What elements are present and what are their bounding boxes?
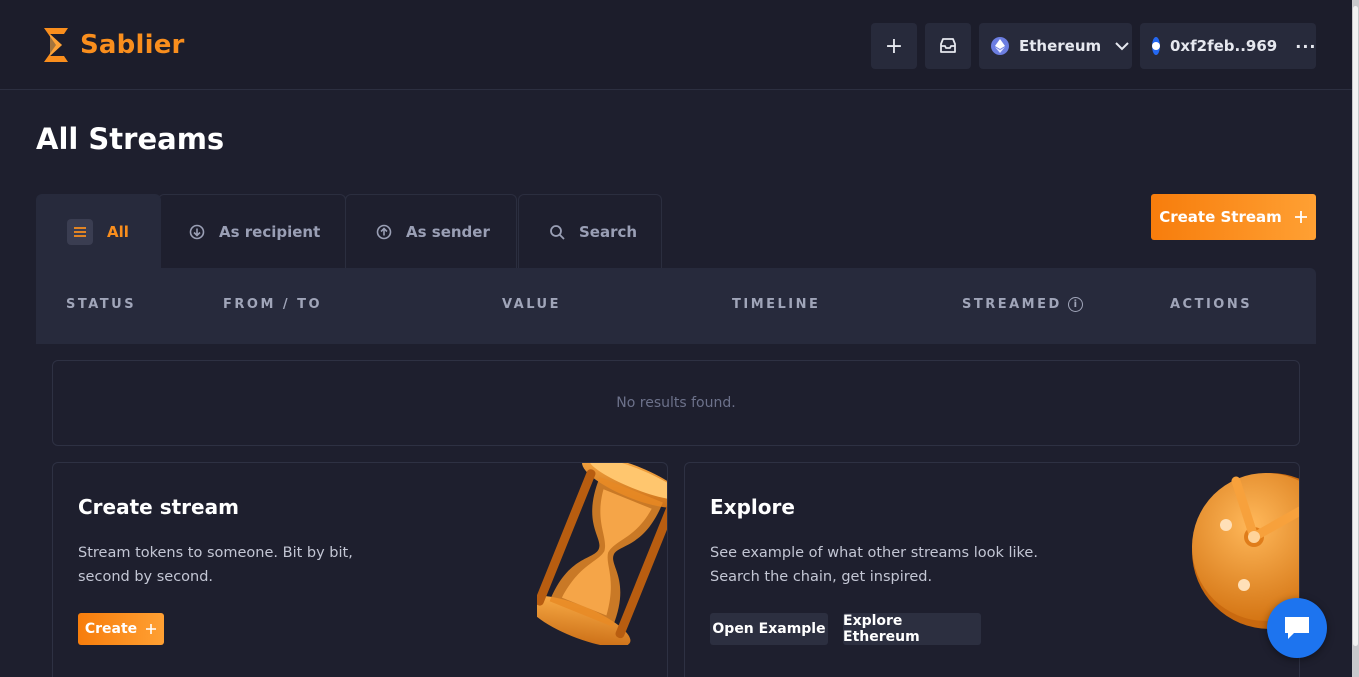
tab-all[interactable]: All	[36, 194, 161, 268]
hourglass-illustration	[537, 463, 667, 645]
ethereum-icon	[991, 37, 1009, 55]
add-button[interactable]: +	[871, 23, 917, 69]
plus-icon	[1294, 211, 1307, 223]
tab-search-label: Search	[579, 222, 638, 241]
wallet-address: 0xf2feb..969	[1170, 37, 1278, 55]
tab-as-sender[interactable]: As sender	[345, 194, 517, 268]
create-card-title: Create stream	[78, 495, 239, 519]
scrollbar-thumb[interactable]	[1353, 6, 1358, 646]
tab-all-label: All	[107, 222, 129, 241]
sablier-logo-icon	[44, 28, 68, 62]
sablier-logo[interactable]: Sablier	[40, 26, 185, 64]
column-value[interactable]: VALUE	[502, 297, 561, 312]
search-icon	[549, 224, 565, 240]
create-stream-button[interactable]: Create Stream	[1151, 194, 1316, 240]
chevron-down-icon	[1115, 41, 1129, 50]
arrow-up-circle-icon	[376, 224, 392, 240]
create-button-label: Create	[84, 621, 138, 637]
create-stream-card: Create stream Stream tokens to someone. …	[52, 462, 668, 677]
tab-as-recipient-label: As recipient	[219, 222, 321, 241]
arrow-down-circle-icon	[189, 224, 205, 240]
inbox-icon	[940, 38, 956, 53]
tab-as-sender-label: As sender	[406, 222, 490, 241]
column-status[interactable]: STATUS	[66, 297, 136, 312]
wallet-button[interactable]: 0xf2feb..969 ···	[1140, 23, 1316, 69]
page-scrollbar[interactable]	[1352, 0, 1359, 677]
column-timeline[interactable]: TIMELINE	[732, 297, 820, 312]
brand-name: Sablier	[80, 30, 185, 60]
chat-icon	[1285, 617, 1309, 639]
create-stream-label: Create Stream	[1159, 208, 1282, 226]
create-card-description: Stream tokens to someone. Bit by bit, se…	[78, 545, 353, 585]
plus-icon: +	[884, 33, 904, 59]
streams-table-header: STATUS FROM / TO VALUE TIMELINE STREAMED…	[36, 268, 1316, 344]
empty-results-text: No results found.	[616, 395, 736, 411]
chain-label: Ethereum	[1019, 37, 1102, 55]
page-title: All Streams	[36, 122, 225, 156]
plus-icon	[146, 624, 157, 634]
open-example-button[interactable]: Open Example	[710, 613, 828, 645]
column-from-to[interactable]: FROM / TO	[223, 297, 322, 312]
column-actions: ACTIONS	[1170, 297, 1253, 312]
chat-button[interactable]	[1267, 598, 1327, 658]
tab-search[interactable]: Search	[518, 194, 662, 268]
explore-chain-button[interactable]: Explore Ethereum	[843, 613, 981, 645]
explore-card: Explore See example of what other stream…	[684, 462, 1300, 677]
info-icon[interactable]: i	[1067, 297, 1083, 312]
column-streamed[interactable]: STREAMED i	[962, 297, 1083, 312]
explore-card-description: See example of what other streams look l…	[710, 545, 1038, 585]
create-button[interactable]: Create	[78, 613, 164, 645]
chain-selector[interactable]: Ethereum	[979, 23, 1132, 69]
top-header: Sablier + Ethereum 0xf2feb..969 ···	[0, 0, 1352, 90]
wallet-icon	[1152, 37, 1160, 55]
more-icon[interactable]: ···	[1295, 37, 1316, 56]
column-streamed-label: STREAMED	[962, 297, 1062, 312]
inbox-button[interactable]	[925, 23, 971, 69]
menu-icon	[67, 218, 93, 245]
tab-as-recipient[interactable]: As recipient	[158, 194, 346, 268]
empty-results: No results found.	[52, 360, 1300, 446]
explore-card-title: Explore	[710, 495, 795, 519]
